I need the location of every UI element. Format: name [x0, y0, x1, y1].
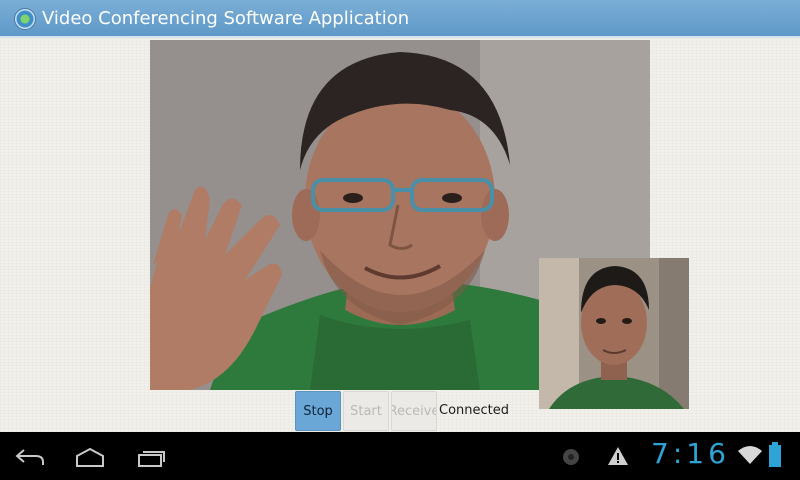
system-clock: 7:16 [651, 437, 730, 470]
title-bar: Video Conferencing Software Application [0, 0, 800, 38]
wifi-icon [738, 446, 762, 464]
stop-button[interactable]: Stop [295, 391, 341, 431]
recent-apps-icon[interactable] [136, 446, 168, 468]
local-camera-preview [539, 258, 689, 409]
start-button[interactable]: Start [343, 391, 389, 431]
home-icon[interactable] [74, 446, 106, 468]
self-video-preview [539, 258, 689, 409]
notification-icon[interactable] [561, 447, 581, 467]
receive-button[interactable]: Receive [391, 391, 437, 431]
window-title: Video Conferencing Software Application [42, 8, 410, 29]
battery-icon [769, 442, 781, 467]
connection-status: Connected [439, 403, 510, 418]
warning-icon[interactable] [606, 445, 630, 467]
back-icon[interactable] [14, 446, 46, 468]
app-logo-icon [14, 8, 36, 30]
